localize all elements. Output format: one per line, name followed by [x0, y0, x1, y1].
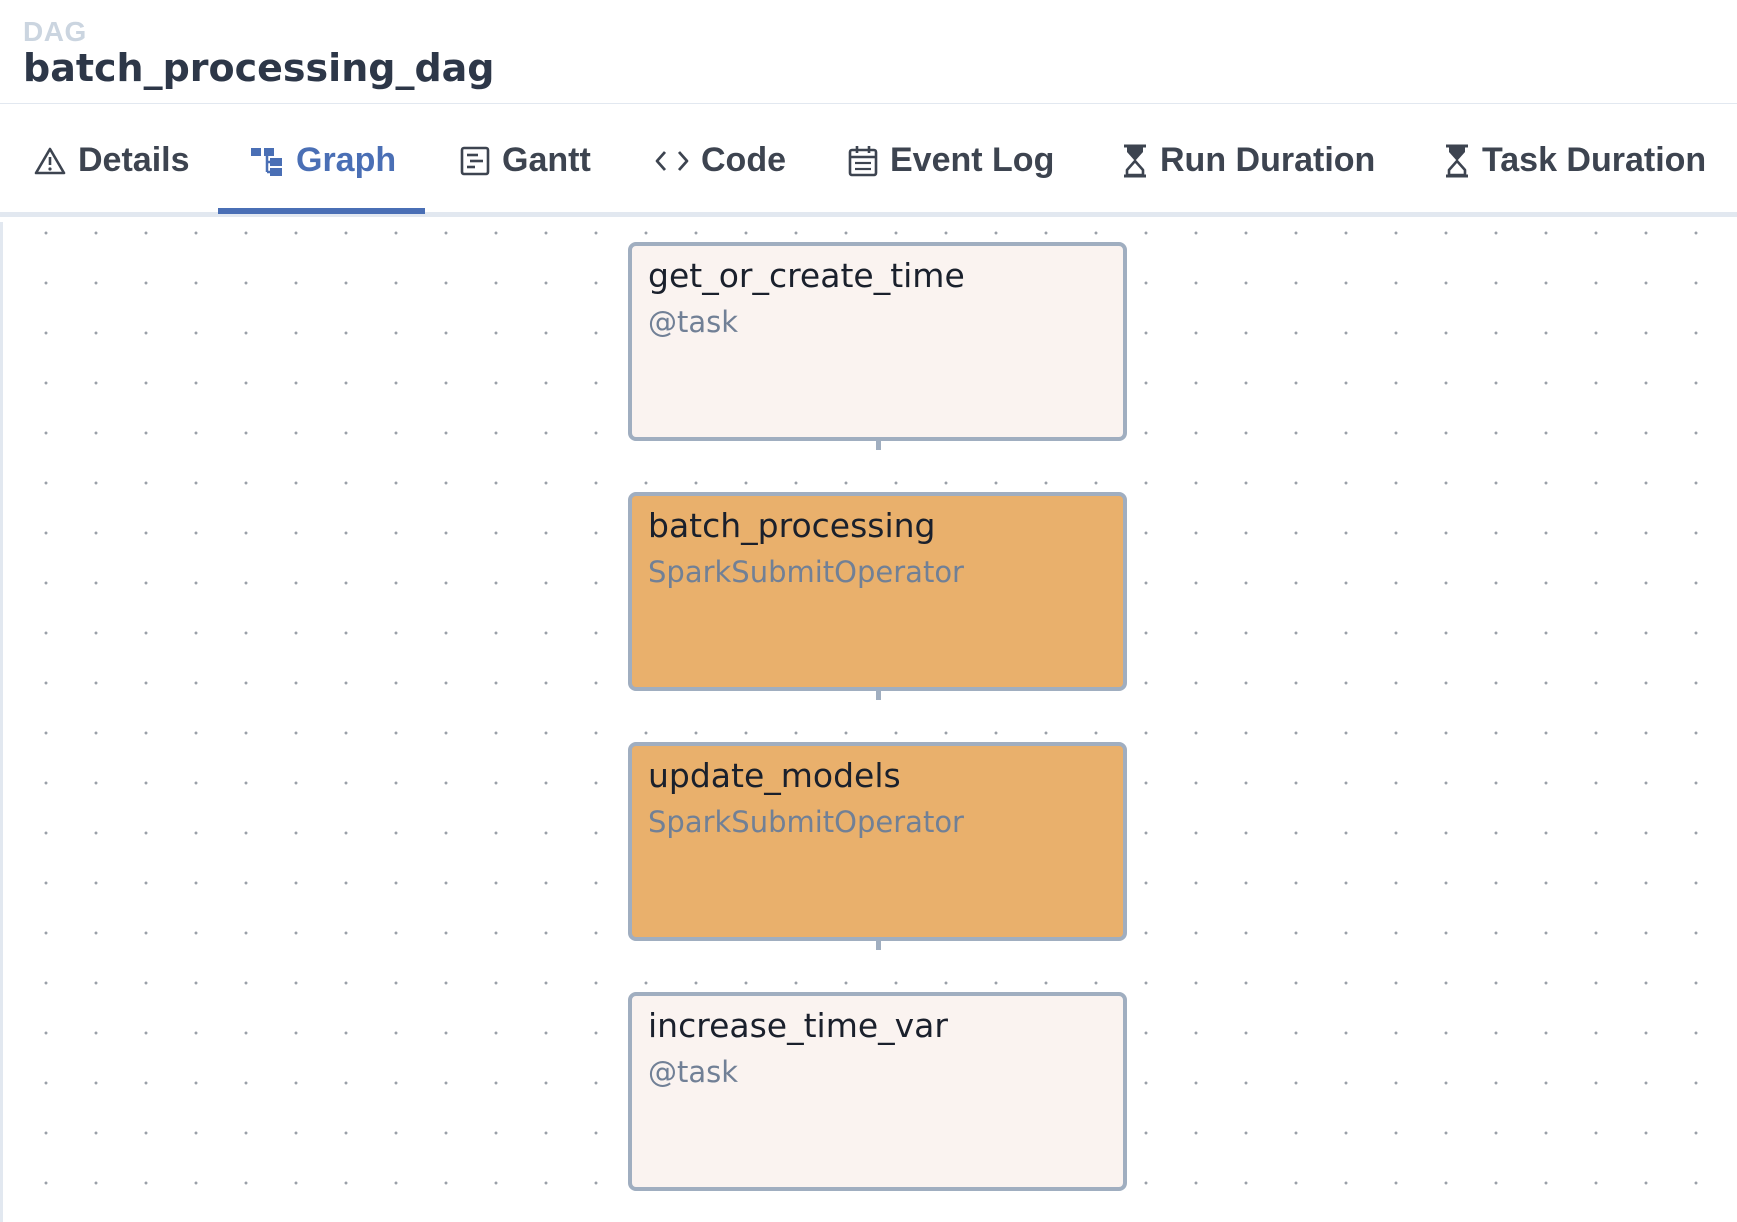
dag-label: DAG — [23, 16, 87, 47]
dag-header: DAG batch_processing_dag — [0, 0, 1737, 104]
task-node-update-models[interactable]: update_models SparkSubmitOperator — [628, 742, 1127, 941]
tab-run-duration-label: Run Duration — [1160, 141, 1376, 179]
tab-graph-label: Graph — [296, 141, 397, 179]
graph-canvas[interactable]: get_or_create_time @task batch_processin… — [0, 222, 1737, 1222]
task-operator: @task — [648, 1055, 739, 1089]
task-name: increase_time_var — [648, 1006, 948, 1045]
tab-event-log[interactable]: Event Log — [848, 104, 1054, 217]
tab-task-duration[interactable]: Task Duration — [1444, 104, 1706, 217]
task-name: batch_processing — [648, 506, 936, 545]
tab-gantt-label: Gantt — [502, 141, 591, 179]
tab-run-duration[interactable]: Run Duration — [1122, 104, 1375, 217]
tab-gantt[interactable]: Gantt — [460, 104, 591, 217]
task-name: get_or_create_time — [648, 256, 965, 295]
warning-triangle-icon — [34, 146, 66, 176]
task-operator: @task — [648, 305, 739, 339]
hourglass-icon — [1444, 144, 1470, 178]
task-operator: SparkSubmitOperator — [648, 805, 964, 839]
tab-code[interactable]: Code — [655, 104, 786, 217]
dag-title: batch_processing_dag — [23, 46, 495, 90]
tab-code-label: Code — [701, 141, 786, 179]
code-icon — [655, 149, 689, 173]
tab-task-duration-label: Task Duration — [1482, 141, 1707, 179]
tab-graph[interactable]: Graph — [250, 104, 396, 217]
tab-event-log-label: Event Log — [890, 141, 1055, 179]
task-name: update_models — [648, 756, 901, 795]
task-node-increase-time-var[interactable]: increase_time_var @task — [628, 992, 1127, 1191]
graph-icon — [250, 146, 284, 176]
calendar-icon — [848, 145, 878, 177]
active-tab-indicator — [218, 208, 425, 214]
tab-details-label: Details — [78, 141, 190, 179]
task-operator: SparkSubmitOperator — [648, 555, 964, 589]
gantt-icon — [460, 146, 490, 176]
task-node-get-or-create-time[interactable]: get_or_create_time @task — [628, 242, 1127, 441]
hourglass-icon — [1122, 144, 1148, 178]
tab-bar: Details Graph Gantt Code Event Log Run D… — [0, 104, 1737, 217]
task-node-batch-processing[interactable]: batch_processing SparkSubmitOperator — [628, 492, 1127, 691]
tab-details[interactable]: Details — [34, 104, 190, 217]
